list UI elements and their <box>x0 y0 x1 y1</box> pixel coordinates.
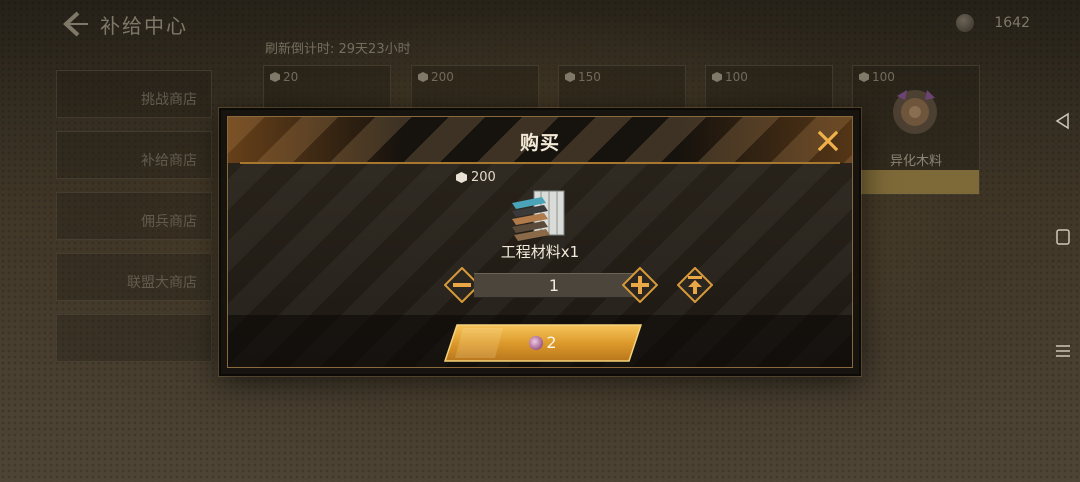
nav-menu-icon[interactable] <box>1054 342 1072 360</box>
nav-home-icon[interactable] <box>1054 228 1072 246</box>
purchase-dialog: 购买 200 工程材料x1 1 2 <box>219 108 861 376</box>
quantity-field[interactable]: 1 <box>474 273 634 298</box>
buy-cost: 2 <box>546 333 557 352</box>
gem-icon <box>529 335 544 350</box>
cube-icon <box>456 172 467 183</box>
item-price: 200 <box>456 170 496 185</box>
system-nav-bar <box>1046 0 1080 482</box>
dialog-title: 购买 <box>519 132 560 154</box>
buy-button[interactable]: 2 <box>443 323 643 363</box>
nav-back-icon[interactable] <box>1054 112 1072 130</box>
header-divider <box>240 162 840 164</box>
item-price-value: 200 <box>471 170 496 185</box>
item-name: 工程材料x1 <box>500 243 580 261</box>
plus-icon[interactable] <box>622 267 658 303</box>
close-icon[interactable] <box>816 129 840 153</box>
engineering-material-icon <box>512 190 565 241</box>
max-arrow-icon[interactable] <box>677 267 713 303</box>
